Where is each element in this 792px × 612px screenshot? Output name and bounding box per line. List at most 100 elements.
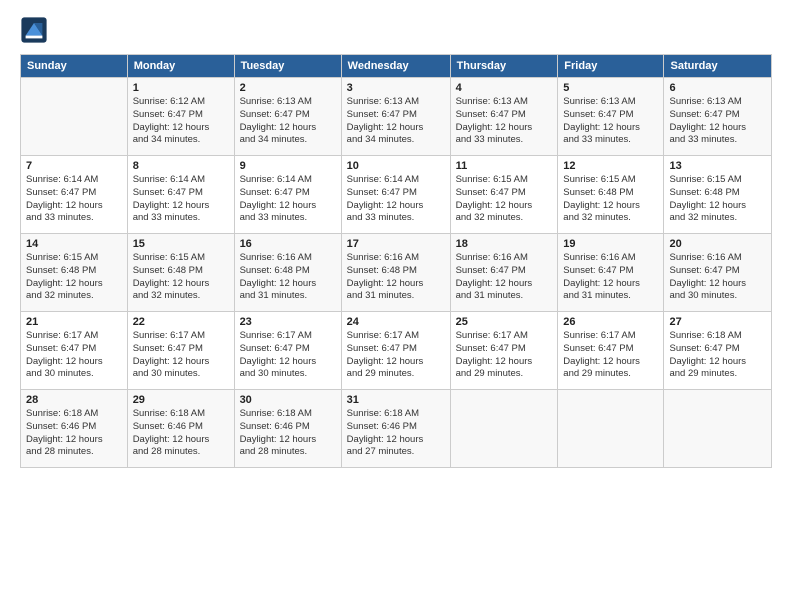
day-info: Sunrise: 6:13 AMSunset: 6:47 PMDaylight:… (240, 96, 336, 147)
day-info: Sunrise: 6:16 AMSunset: 6:47 PMDaylight:… (669, 252, 766, 303)
calendar-header-row: SundayMondayTuesdayWednesdayThursdayFrid… (21, 55, 772, 78)
day-info: Sunrise: 6:15 AMSunset: 6:48 PMDaylight:… (26, 252, 122, 303)
day-info: Sunrise: 6:15 AMSunset: 6:48 PMDaylight:… (669, 174, 766, 225)
day-info: Sunrise: 6:13 AMSunset: 6:47 PMDaylight:… (456, 96, 553, 147)
day-number: 24 (347, 316, 445, 328)
calendar-cell: 21 Sunrise: 6:17 AMSunset: 6:47 PMDayligh… (21, 312, 128, 390)
calendar-cell: 5Sunrise: 6:13 AMSunset: 6:47 PMDaylight… (558, 78, 664, 156)
calendar-cell: 4Sunrise: 6:13 AMSunset: 6:47 PMDaylight… (450, 78, 558, 156)
day-header-monday: Monday (127, 55, 234, 78)
calendar-cell: 17Sunrise: 6:16 AMSunset: 6:48 PMDayligh… (341, 234, 450, 312)
day-info: Sunrise: 6:15 AMSunset: 6:48 PMDaylight:… (563, 174, 658, 225)
day-number: 16 (240, 238, 336, 250)
day-number: 11 (456, 160, 553, 172)
day-info: Sunrise: 6:15 AMSunset: 6:48 PMDaylight:… (133, 252, 229, 303)
calendar-cell: 6 Sunrise: 6:13 AMSunset: 6:47 PMDaylight… (664, 78, 772, 156)
day-number: 22 (133, 316, 229, 328)
calendar-cell (664, 390, 772, 468)
day-info: Sunrise: 6:18 AMSunset: 6:46 PMDaylight:… (26, 408, 122, 459)
day-info: Sunrise: 6:16 AMSunset: 6:47 PMDaylight:… (456, 252, 553, 303)
calendar-cell: 2 Sunrise: 6:13 AMSunset: 6:47 PMDaylight… (234, 78, 341, 156)
calendar-cell: 28 Sunrise: 6:18 AMSunset: 6:46 PMDayligh… (21, 390, 128, 468)
calendar-cell: 24 Sunrise: 6:17 AMSunset: 6:47 PMDayligh… (341, 312, 450, 390)
day-number: 12 (563, 160, 658, 172)
day-number: 1 (133, 82, 229, 94)
day-header-wednesday: Wednesday (341, 55, 450, 78)
calendar-table: SundayMondayTuesdayWednesdayThursdayFrid… (20, 54, 772, 468)
day-number: 5 (563, 82, 658, 94)
day-info: Sunrise: 6:14 AMSunset: 6:47 PMDaylight:… (347, 174, 445, 225)
day-info: Sunrise: 6:17 AMSunset: 6:47 PMDaylight:… (240, 330, 336, 381)
calendar-cell: 7 Sunrise: 6:14 AMSunset: 6:47 PMDaylight… (21, 156, 128, 234)
day-info: Sunrise: 6:14 AMSunset: 6:47 PMDaylight:… (240, 174, 336, 225)
calendar-week-row: 21 Sunrise: 6:17 AMSunset: 6:47 PMDayligh… (21, 312, 772, 390)
day-number: 25 (456, 316, 553, 328)
day-number: 15 (133, 238, 229, 250)
day-info: Sunrise: 6:17 AMSunset: 6:47 PMDaylight:… (133, 330, 229, 381)
day-number: 21 (26, 316, 122, 328)
day-info: Sunrise: 6:15 AMSunset: 6:47 PMDaylight:… (456, 174, 553, 225)
day-header-thursday: Thursday (450, 55, 558, 78)
day-header-friday: Friday (558, 55, 664, 78)
calendar-cell: 18 Sunrise: 6:16 AMSunset: 6:47 PMDayligh… (450, 234, 558, 312)
calendar-cell: 26Sunrise: 6:17 AMSunset: 6:47 PMDayligh… (558, 312, 664, 390)
calendar-cell: 13 Sunrise: 6:15 AMSunset: 6:48 PMDayligh… (664, 156, 772, 234)
day-number: 2 (240, 82, 336, 94)
day-number: 29 (133, 394, 229, 406)
day-number: 30 (240, 394, 336, 406)
calendar-cell (558, 390, 664, 468)
day-info: Sunrise: 6:14 AMSunset: 6:47 PMDaylight:… (26, 174, 122, 225)
calendar-cell: 22 Sunrise: 6:17 AMSunset: 6:47 PMDayligh… (127, 312, 234, 390)
calendar-cell: 29 Sunrise: 6:18 AMSunset: 6:46 PMDayligh… (127, 390, 234, 468)
logo (20, 16, 52, 44)
day-header-tuesday: Tuesday (234, 55, 341, 78)
calendar-cell: 20Sunrise: 6:16 AMSunset: 6:47 PMDayligh… (664, 234, 772, 312)
page: SundayMondayTuesdayWednesdayThursdayFrid… (0, 0, 792, 612)
calendar-body: 1Sunrise: 6:12 AMSunset: 6:47 PMDaylight… (21, 78, 772, 468)
day-number: 19 (563, 238, 658, 250)
calendar-cell: 1Sunrise: 6:12 AMSunset: 6:47 PMDaylight… (127, 78, 234, 156)
day-info: Sunrise: 6:17 AMSunset: 6:47 PMDaylight:… (26, 330, 122, 381)
calendar-week-row: 28 Sunrise: 6:18 AMSunset: 6:46 PMDayligh… (21, 390, 772, 468)
calendar-cell: 19 Sunrise: 6:16 AMSunset: 6:47 PMDayligh… (558, 234, 664, 312)
day-info: Sunrise: 6:13 AMSunset: 6:47 PMDaylight:… (669, 96, 766, 147)
day-info: Sunrise: 6:16 AMSunset: 6:48 PMDaylight:… (347, 252, 445, 303)
day-number: 14 (26, 238, 122, 250)
day-number: 18 (456, 238, 553, 250)
day-number: 13 (669, 160, 766, 172)
day-number: 26 (563, 316, 658, 328)
calendar-cell: 11 Sunrise: 6:15 AMSunset: 6:47 PMDayligh… (450, 156, 558, 234)
day-info: Sunrise: 6:13 AMSunset: 6:47 PMDaylight:… (347, 96, 445, 147)
calendar-cell: 14 Sunrise: 6:15 AMSunset: 6:48 PMDayligh… (21, 234, 128, 312)
day-number: 6 (669, 82, 766, 94)
calendar-cell: 10 Sunrise: 6:14 AMSunset: 6:47 PMDayligh… (341, 156, 450, 234)
day-number: 10 (347, 160, 445, 172)
calendar-cell: 3 Sunrise: 6:13 AMSunset: 6:47 PMDaylight… (341, 78, 450, 156)
calendar-cell: 15 Sunrise: 6:15 AMSunset: 6:48 PMDayligh… (127, 234, 234, 312)
calendar-cell: 25 Sunrise: 6:17 AMSunset: 6:47 PMDayligh… (450, 312, 558, 390)
calendar-cell: 30 Sunrise: 6:18 AMSunset: 6:46 PMDayligh… (234, 390, 341, 468)
day-info: Sunrise: 6:18 AMSunset: 6:46 PMDaylight:… (347, 408, 445, 459)
day-info: Sunrise: 6:18 AMSunset: 6:46 PMDaylight:… (133, 408, 229, 459)
calendar-cell: 12 Sunrise: 6:15 AMSunset: 6:48 PMDayligh… (558, 156, 664, 234)
day-header-sunday: Sunday (21, 55, 128, 78)
day-info: Sunrise: 6:18 AMSunset: 6:46 PMDaylight:… (240, 408, 336, 459)
calendar-cell: 16 Sunrise: 6:16 AMSunset: 6:48 PMDayligh… (234, 234, 341, 312)
day-info: Sunrise: 6:17 AMSunset: 6:47 PMDaylight:… (456, 330, 553, 381)
day-info: Sunrise: 6:16 AMSunset: 6:48 PMDaylight:… (240, 252, 336, 303)
calendar-cell: 9Sunrise: 6:14 AMSunset: 6:47 PMDaylight… (234, 156, 341, 234)
day-number: 7 (26, 160, 122, 172)
day-info: Sunrise: 6:16 AMSunset: 6:47 PMDaylight:… (563, 252, 658, 303)
day-number: 31 (347, 394, 445, 406)
calendar-cell: 8Sunrise: 6:14 AMSunset: 6:47 PMDaylight… (127, 156, 234, 234)
calendar-week-row: 1Sunrise: 6:12 AMSunset: 6:47 PMDaylight… (21, 78, 772, 156)
calendar-cell: 23 Sunrise: 6:17 AMSunset: 6:47 PMDayligh… (234, 312, 341, 390)
calendar-cell: 31 Sunrise: 6:18 AMSunset: 6:46 PMDayligh… (341, 390, 450, 468)
day-info: Sunrise: 6:17 AMSunset: 6:47 PMDaylight:… (347, 330, 445, 381)
day-number: 28 (26, 394, 122, 406)
day-number: 3 (347, 82, 445, 94)
day-number: 23 (240, 316, 336, 328)
logo-icon (20, 16, 48, 44)
header (20, 16, 772, 44)
day-info: Sunrise: 6:14 AMSunset: 6:47 PMDaylight:… (133, 174, 229, 225)
